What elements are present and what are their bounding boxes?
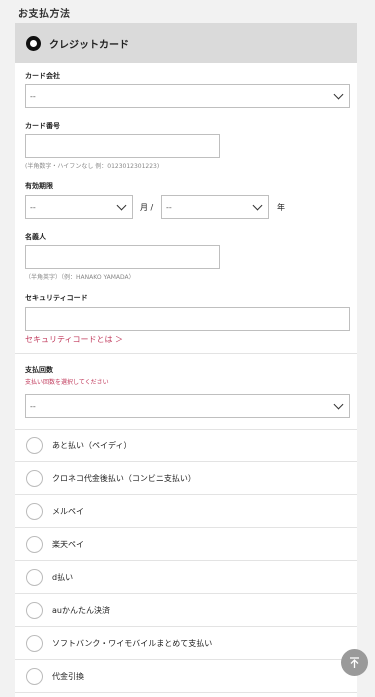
card-number-label: カード番号 xyxy=(25,122,60,130)
credit-card-option[interactable]: クレジットカード xyxy=(15,23,357,63)
month-unit: 月 / xyxy=(140,203,154,212)
scroll-to-top-button[interactable] xyxy=(341,649,368,676)
radio-icon[interactable] xyxy=(26,535,43,553)
radio-icon[interactable] xyxy=(26,568,43,586)
payment-option-kuroneko[interactable]: クロネコ代金後払い（コンビニ支払い） xyxy=(15,462,357,495)
holder-hint: （半角英字）（例：HANAKO YAMADA） xyxy=(25,274,135,281)
holder-input[interactable] xyxy=(25,245,220,269)
installments-warning: 支払い回数を選択してください xyxy=(25,379,109,386)
expiry-year-value: -- xyxy=(166,202,172,212)
payment-option-label: メルペイ xyxy=(52,506,84,516)
installments-select[interactable]: -- xyxy=(25,394,350,418)
chevron-down-icon xyxy=(252,200,263,211)
radio-icon[interactable] xyxy=(26,667,43,685)
payment-option-d-barai[interactable]: d払い xyxy=(15,561,357,594)
section-title: お支払方法 xyxy=(18,9,71,20)
payment-option-merpay[interactable]: メルペイ xyxy=(15,495,357,528)
card-company-label: カード会社 xyxy=(25,72,60,80)
chevron-down-icon xyxy=(116,200,127,211)
radio-icon[interactable] xyxy=(26,436,43,454)
payment-option-label: d払い xyxy=(52,572,74,582)
credit-card-label: クレジットカード xyxy=(49,39,129,51)
payment-option-au-easy-payment[interactable]: auかんたん決済 xyxy=(15,594,357,627)
radio-icon[interactable] xyxy=(26,469,43,487)
payment-option-label: 代金引換 xyxy=(52,671,84,681)
expiry-year-select[interactable]: -- xyxy=(161,195,269,219)
installments-label: 支払回数 xyxy=(25,366,53,374)
expiry-month-select[interactable]: -- xyxy=(25,195,133,219)
payment-option-softbank[interactable]: ソフトバンク・ワイモバイルまとめて支払い xyxy=(15,627,357,660)
payment-panel: クレジットカード カード会社 -- カード番号 (半角数字・ハイフンなし 例：0… xyxy=(15,23,357,697)
payment-option-cash-on-delivery[interactable]: 代金引換 xyxy=(15,660,357,693)
card-company-value: -- xyxy=(30,91,36,101)
security-code-input[interactable] xyxy=(25,307,350,331)
holder-label: 名義人 xyxy=(25,233,46,241)
expiry-label: 有効期限 xyxy=(25,182,53,190)
expiry-month-value: -- xyxy=(30,202,36,212)
radio-selected-icon[interactable] xyxy=(26,35,41,51)
radio-icon[interactable] xyxy=(26,502,43,520)
radio-icon[interactable] xyxy=(26,601,43,619)
arrow-up-icon xyxy=(350,657,359,668)
radio-icon[interactable] xyxy=(26,634,43,652)
card-number-hint: (半角数字・ハイフンなし 例：0123012301223) xyxy=(25,163,160,170)
chevron-down-icon xyxy=(333,399,344,410)
payment-option-label: 楽天ペイ xyxy=(52,539,84,549)
payment-option-label: あと払い（ペイディ） xyxy=(52,440,132,450)
security-code-help-link[interactable]: セキュリティコードとは ＞ xyxy=(25,334,123,345)
security-code-label: セキュリティコード xyxy=(25,294,88,302)
payment-option-rakuten-pay[interactable]: 楽天ペイ xyxy=(15,528,357,561)
payment-option-label: auかんたん決済 xyxy=(52,605,110,615)
chevron-down-icon xyxy=(333,89,344,100)
payment-option-label: ソフトバンク・ワイモバイルまとめて支払い xyxy=(52,638,213,648)
payment-option-label: クロネコ代金後払い（コンビニ支払い） xyxy=(52,473,196,483)
year-unit: 年 xyxy=(277,203,285,212)
card-company-select[interactable]: -- xyxy=(25,84,350,108)
divider xyxy=(15,353,357,354)
installments-value: -- xyxy=(30,401,36,411)
card-number-input[interactable] xyxy=(25,134,220,158)
payment-option-paidy[interactable]: あと払い（ペイディ） xyxy=(15,429,357,462)
